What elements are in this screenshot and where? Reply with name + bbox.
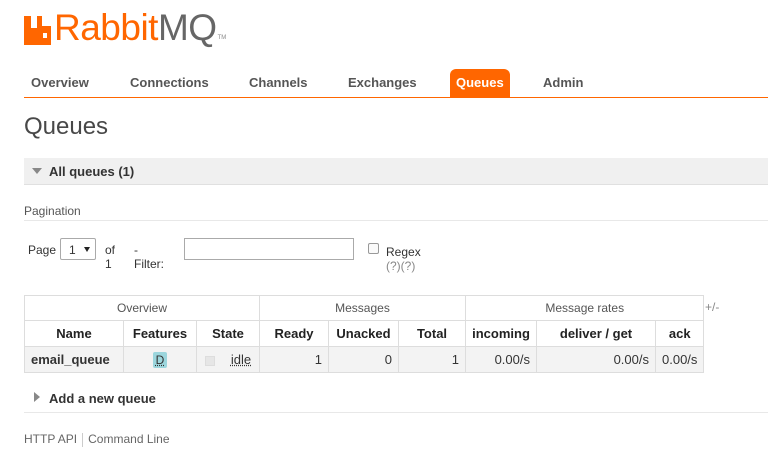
logo-rabbit-text: Rabbit bbox=[54, 7, 158, 48]
pagination-label: Pagination bbox=[24, 204, 81, 218]
footer-divider bbox=[82, 432, 84, 447]
http-api-link[interactable]: HTTP API bbox=[24, 432, 77, 446]
tab-channels[interactable]: Channels bbox=[242, 69, 315, 97]
group-header-message-rates: Message rates bbox=[464, 295, 705, 321]
main-nav: Overview Connections Channels Exchanges … bbox=[24, 69, 768, 98]
total-cell: 1 bbox=[398, 346, 466, 373]
regex-checkbox[interactable] bbox=[368, 243, 379, 254]
tab-admin[interactable]: Admin bbox=[536, 69, 590, 97]
triangle-down-icon bbox=[32, 168, 42, 174]
col-header-deliver-get[interactable]: deliver / get bbox=[536, 320, 656, 347]
group-header-overview: Overview bbox=[24, 295, 260, 321]
queue-name-link[interactable]: email_queue bbox=[24, 346, 124, 373]
section-title: All queues (1) bbox=[49, 164, 135, 179]
incoming-cell: 0.00/s bbox=[465, 346, 537, 373]
divider bbox=[24, 220, 768, 221]
logo-mq-text: MQ bbox=[157, 7, 217, 48]
col-header-ready[interactable]: Ready bbox=[259, 320, 329, 347]
all-queues-section-toggle[interactable]: All queues (1) bbox=[24, 158, 768, 185]
features-cell: D bbox=[123, 346, 197, 373]
columns-toggle-link[interactable]: +/- bbox=[705, 300, 719, 314]
chevron-down-icon bbox=[84, 247, 90, 252]
col-header-unacked[interactable]: Unacked bbox=[328, 320, 399, 347]
state-text: idle bbox=[230, 352, 252, 367]
unacked-cell: 0 bbox=[328, 346, 399, 373]
filter-input[interactable] bbox=[184, 238, 354, 260]
deliver-get-cell: 0.00/s bbox=[536, 346, 656, 373]
col-header-name[interactable]: Name bbox=[24, 320, 124, 347]
col-header-incoming[interactable]: incoming bbox=[465, 320, 537, 347]
add-queue-label: Add a new queue bbox=[49, 391, 156, 406]
ready-cell: 1 bbox=[259, 346, 329, 373]
add-queue-section-toggle[interactable]: Add a new queue bbox=[24, 388, 768, 413]
queues-table: Overview Messages Message rates Name Fea… bbox=[24, 295, 705, 373]
group-header-messages: Messages bbox=[259, 295, 466, 321]
tab-connections[interactable]: Connections bbox=[123, 69, 216, 97]
page-select-value: 1 bbox=[69, 243, 76, 257]
rabbit-logo-icon bbox=[24, 16, 51, 45]
command-line-link[interactable]: Command Line bbox=[88, 432, 169, 446]
page-title: Queues bbox=[24, 113, 109, 140]
tab-overview[interactable]: Overview bbox=[24, 69, 96, 97]
durable-badge: D bbox=[152, 351, 168, 368]
page-select[interactable]: 1 bbox=[60, 238, 96, 260]
filter-label: - Filter: bbox=[134, 243, 164, 271]
col-header-total[interactable]: Total bbox=[398, 320, 466, 347]
regex-label: Regex bbox=[386, 245, 421, 259]
footer: HTTP API Command Line bbox=[24, 432, 170, 447]
ack-cell: 0.00/s bbox=[654, 346, 705, 373]
state-cell: idle bbox=[196, 346, 260, 373]
triangle-right-icon bbox=[34, 392, 40, 402]
tab-queues[interactable]: Queues bbox=[450, 69, 510, 97]
col-header-state[interactable]: State bbox=[196, 320, 260, 347]
rabbitmq-logo[interactable]: RabbitMQ TM bbox=[24, 8, 226, 48]
page-label: Page bbox=[28, 243, 57, 257]
table-row[interactable]: email_queue D idle 1 0 1 0.00/s 0.00/s 0… bbox=[24, 346, 705, 373]
col-header-ack[interactable]: ack bbox=[654, 320, 705, 347]
tab-exchanges[interactable]: Exchanges bbox=[341, 69, 424, 97]
regex-label-group: Regex (?)(?) bbox=[386, 245, 421, 273]
page-count-label: of 1 bbox=[105, 243, 116, 271]
state-indicator-icon bbox=[204, 355, 215, 366]
trademark: TM bbox=[217, 35, 227, 41]
regex-help-link[interactable]: (?)(?) bbox=[386, 259, 415, 273]
logo-wordmark: RabbitMQ bbox=[54, 8, 217, 48]
col-header-features[interactable]: Features bbox=[123, 320, 197, 347]
